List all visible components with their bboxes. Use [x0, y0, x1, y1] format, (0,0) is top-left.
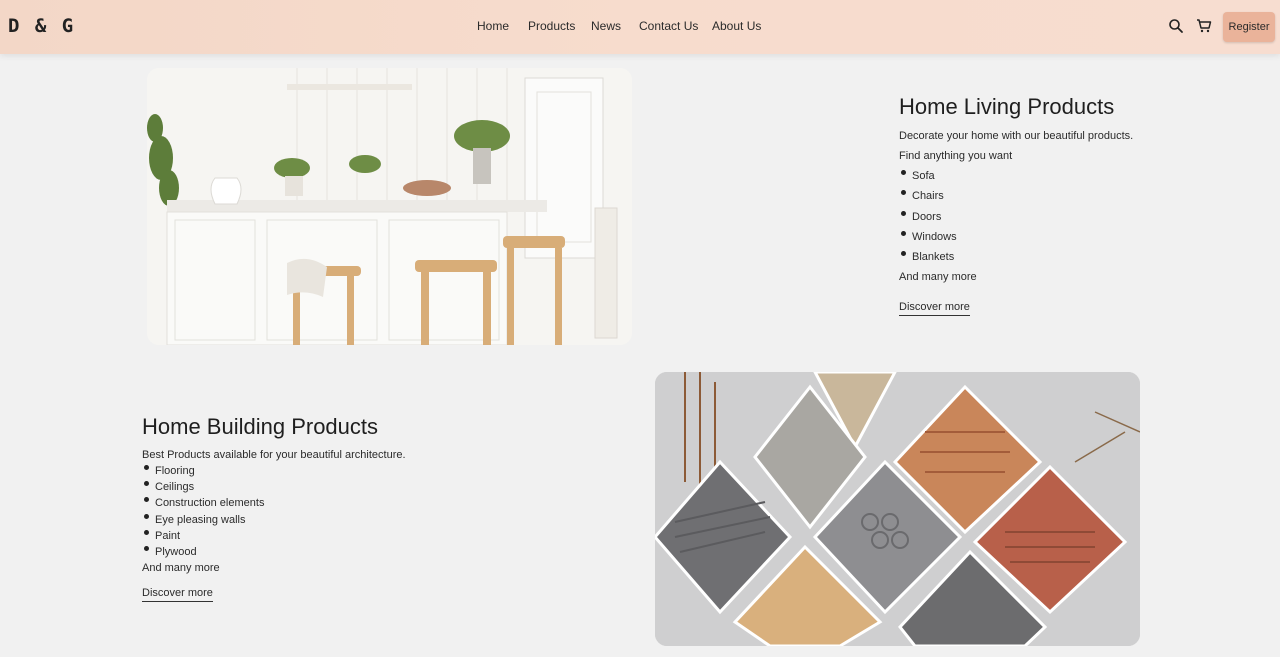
nav-products[interactable]: Products — [528, 19, 575, 33]
search-icon[interactable] — [1168, 18, 1184, 34]
home-living-outro: And many more — [899, 271, 977, 283]
home-living-intro-2: Find anything you want — [899, 150, 1013, 162]
main-nav: Home Products News Contact Us About Us — [0, 0, 1280, 54]
register-button[interactable]: Register — [1223, 12, 1275, 42]
list-item: Blankets — [899, 251, 957, 271]
list-item: Eye pleasing walls — [142, 513, 264, 530]
list-item: Flooring — [142, 465, 264, 481]
site-header: D & G Home Products News Contact Us Abou… — [0, 0, 1280, 54]
home-living-image — [147, 68, 632, 345]
list-item: Plywood — [142, 545, 264, 562]
home-building-discover-link[interactable]: Discover more — [142, 587, 213, 602]
home-living-intro: Decorate your home with our beautiful pr… — [899, 130, 1134, 142]
nav-contact-us[interactable]: Contact Us — [639, 19, 698, 33]
list-item: Paint — [142, 529, 264, 546]
list-item: Doors — [899, 210, 957, 231]
list-item: Sofa — [899, 170, 957, 190]
home-building-image — [655, 372, 1140, 646]
home-building-list: Flooring Ceilings Construction elements … — [142, 465, 264, 562]
home-building-title: Home Building Products — [142, 414, 379, 439]
nav-about-us[interactable]: About Us — [712, 19, 761, 33]
home-living-list: Sofa Chairs Doors Windows Blankets — [899, 170, 957, 271]
home-building-intro: Best Products available for your beautif… — [142, 449, 406, 461]
home-building-outro: And many more — [142, 562, 220, 574]
nav-news[interactable]: News — [591, 19, 621, 33]
list-item: Construction elements — [142, 497, 264, 513]
home-living-title: Home Living Products — [899, 94, 1115, 119]
list-item: Ceilings — [142, 481, 264, 497]
list-item: Windows — [899, 230, 957, 251]
nav-home[interactable]: Home — [477, 19, 509, 33]
home-living-discover-link[interactable]: Discover more — [899, 301, 970, 316]
cart-icon[interactable] — [1196, 18, 1212, 34]
list-item: Chairs — [899, 190, 957, 210]
